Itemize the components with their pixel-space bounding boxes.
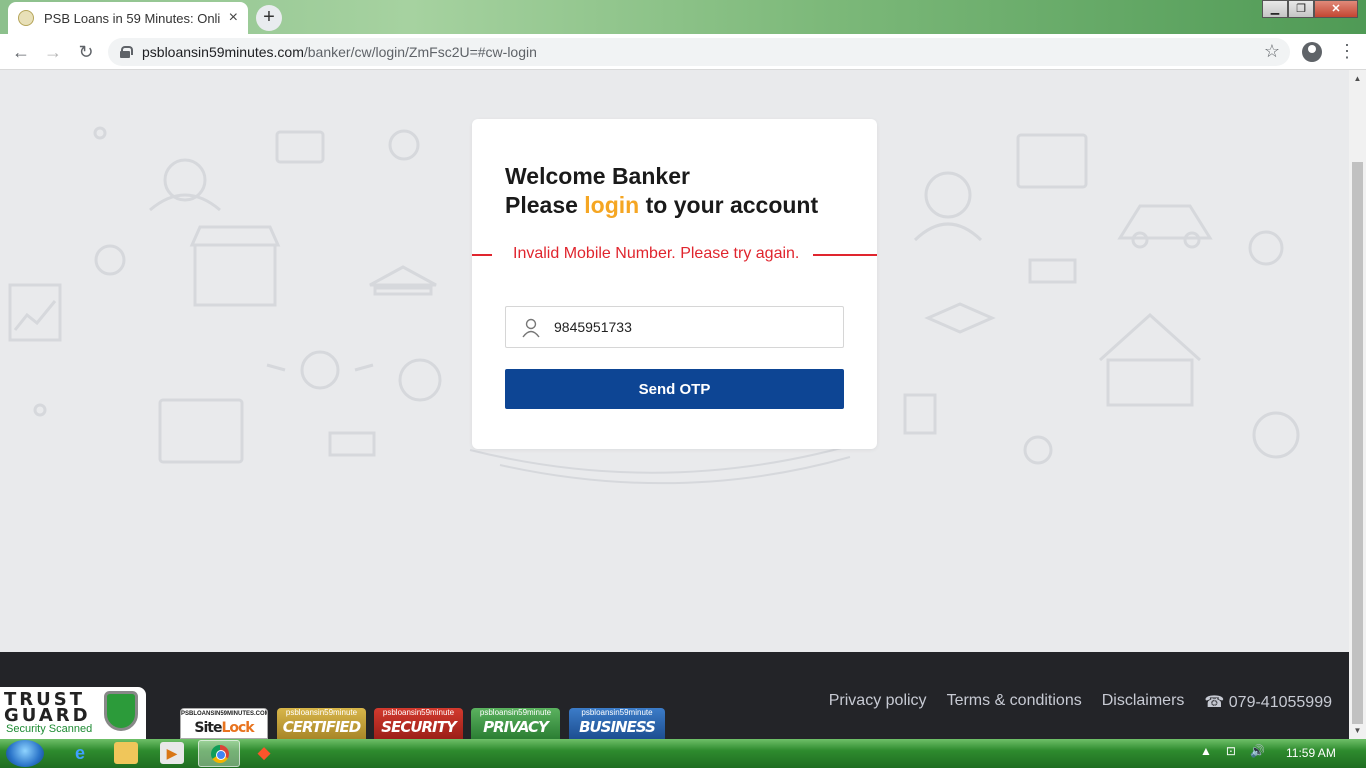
scroll-down-arrow-icon[interactable]: ▼ [1349, 722, 1366, 739]
network-icon[interactable]: ⊡ [1226, 744, 1236, 758]
browser-toolbar: ← → ↻ psbloansin59minutes.com /banker/cw… [0, 34, 1366, 70]
url-path: /banker/cw/login/ZmFsc2U=#cw-login [303, 44, 537, 60]
internet-explorer-icon[interactable]: e [68, 742, 92, 764]
chrome-taskbar-button[interactable] [198, 740, 240, 767]
taskbar-clock[interactable]: 11:59 AM [1286, 746, 1336, 760]
back-icon[interactable]: ← [10, 41, 32, 63]
scroll-up-arrow-icon[interactable]: ▲ [1349, 70, 1366, 87]
file-explorer-icon[interactable] [114, 742, 138, 764]
sitelock-badge[interactable]: PSBLOANSIN59MINUTES.COM SiteLock [180, 708, 268, 739]
badge-title: BUSINESS [579, 718, 656, 736]
new-tab-button[interactable]: + [256, 5, 282, 31]
login-subheading: Please login to your account [505, 191, 818, 220]
certified-badge[interactable]: psbloansin59minute CERTIFIED [277, 708, 366, 739]
reload-icon[interactable]: ↻ [75, 41, 97, 63]
business-badge[interactable]: psbloansin59minute BUSINESS [569, 708, 665, 739]
page-content: Welcome Banker Please login to your acco… [0, 70, 1349, 652]
trustguard-seal[interactable]: TRUST GUARD Security Scanned [0, 687, 146, 739]
badge-domain: PSBLOANSIN59MINUTES.COM [181, 711, 268, 717]
shield-icon [104, 691, 138, 731]
security-badge[interactable]: psbloansin59minute SECURITY [374, 708, 463, 739]
badge-domain: psbloansin59minute [479, 708, 552, 717]
mobile-number-field[interactable] [505, 306, 844, 348]
close-window-button[interactable]: ✕ [1314, 0, 1358, 18]
maximize-button[interactable]: ❐ [1288, 0, 1314, 18]
badge-domain: psbloansin59minute [581, 708, 653, 717]
bookmark-star-icon[interactable]: ☆ [1264, 41, 1280, 62]
login-heading: Welcome Banker Please login to your acco… [505, 162, 818, 220]
chrome-icon [211, 745, 229, 763]
trustguard-subtitle: Security Scanned [6, 723, 93, 735]
badge-title: SiteLock [194, 720, 254, 736]
windows-taskbar: e ▶ ◆ ▲ ⊡ 🔊 11:59 AM [0, 739, 1366, 768]
scroll-thumb[interactable] [1352, 162, 1363, 724]
profile-icon[interactable] [1302, 42, 1322, 62]
site-favicon-icon [18, 10, 34, 26]
media-player-icon[interactable]: ▶ [160, 742, 184, 764]
error-divider-left [472, 254, 492, 256]
badge-title: PRIVACY [483, 718, 549, 736]
error-message: Invalid Mobile Number. Please try again. [513, 245, 800, 262]
login-highlight: login [584, 192, 640, 218]
address-bar[interactable]: psbloansin59minutes.com /banker/cw/login… [108, 38, 1290, 66]
error-divider-right [813, 254, 877, 256]
browser-tab[interactable]: PSB Loans in 59 Minutes: Online × [8, 2, 248, 34]
site-footer: TRUST GUARD Security Scanned PSBLOANSIN5… [0, 652, 1349, 739]
privacy-badge[interactable]: psbloansin59minute PRIVACY [471, 708, 560, 739]
tab-close-icon[interactable]: × [229, 9, 238, 27]
footer-links: Privacy policy Terms & conditions Discla… [829, 692, 1332, 712]
mobile-number-input[interactable] [554, 317, 834, 337]
tab-title: PSB Loans in 59 Minutes: Online [44, 10, 221, 26]
terms-link[interactable]: Terms & conditions [947, 692, 1082, 712]
privacy-policy-link[interactable]: Privacy policy [829, 692, 927, 712]
browser-menu-icon[interactable]: ⋮ [1338, 40, 1356, 62]
browser-tab-bar: PSB Loans in 59 Minutes: Online × + ▁ ❐ … [0, 0, 1366, 34]
start-button[interactable] [6, 740, 44, 767]
volume-icon[interactable]: 🔊 [1250, 744, 1265, 758]
lock-icon[interactable] [120, 46, 133, 58]
forward-icon[interactable]: → [42, 41, 64, 63]
badge-domain: psbloansin59minute [285, 708, 358, 717]
page-scrollbar[interactable]: ▲ ▼ [1349, 70, 1366, 739]
badge-title: CERTIFIED [282, 718, 361, 736]
system-tray: ▲ ⊡ 🔊 [1200, 744, 1265, 758]
badge-title: SECURITY [381, 718, 456, 736]
show-hidden-icons-icon[interactable]: ▲ [1200, 744, 1212, 758]
send-otp-button[interactable]: Send OTP [505, 369, 844, 409]
welcome-text: Welcome Banker [505, 163, 690, 189]
disclaimers-link[interactable]: Disclaimers [1102, 692, 1185, 712]
brave-icon[interactable]: ◆ [252, 742, 276, 764]
account-text: to your account [639, 192, 819, 218]
please-text: Please [505, 192, 585, 218]
login-card: Welcome Banker Please login to your acco… [472, 119, 877, 449]
phone-number[interactable]: ☎ 079-41055999 [1204, 692, 1332, 712]
url-host: psbloansin59minutes.com [142, 44, 304, 60]
window-controls: ▁ ❐ ✕ [1262, 0, 1358, 18]
user-icon [522, 318, 540, 338]
badge-domain: psbloansin59minute [382, 708, 455, 717]
minimize-button[interactable]: ▁ [1262, 0, 1288, 18]
